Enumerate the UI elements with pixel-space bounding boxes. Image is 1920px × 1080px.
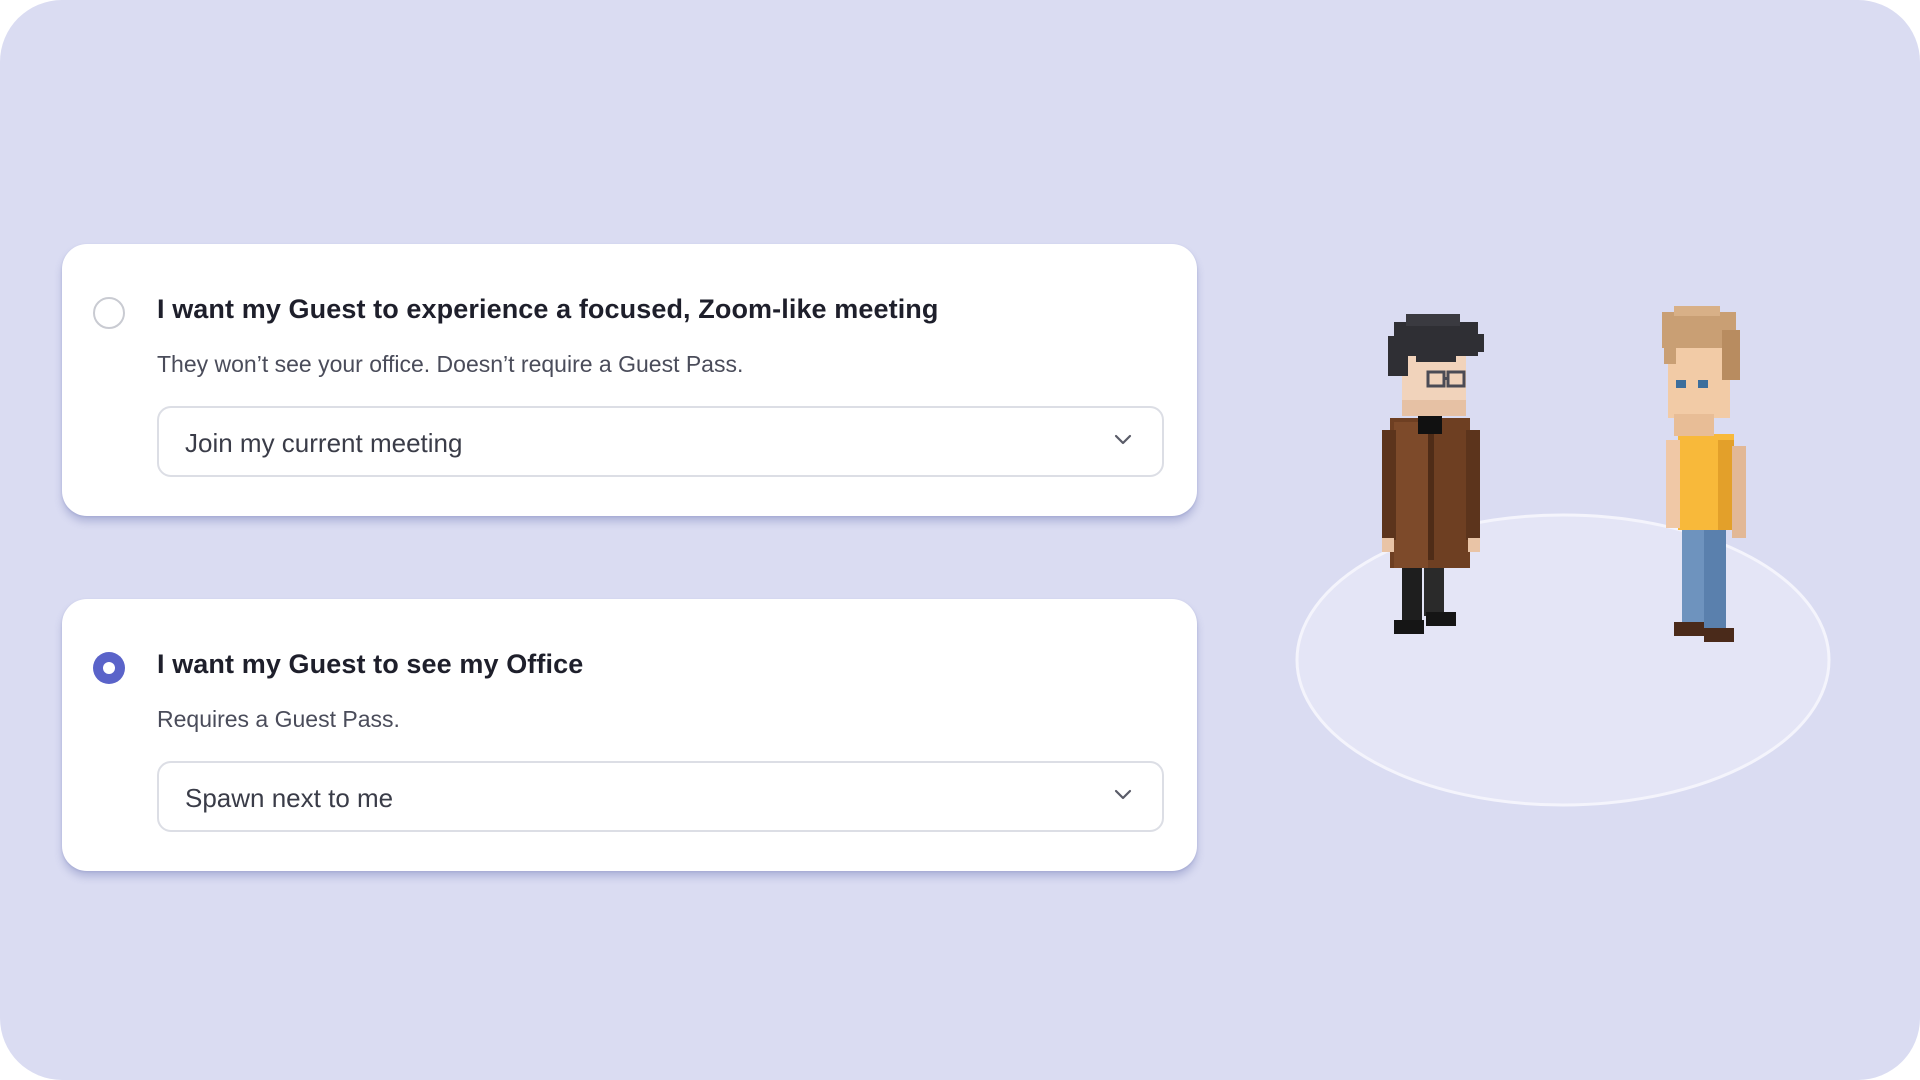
option-card-see-office[interactable]: I want my Guest to see my Office Require… bbox=[62, 599, 1197, 871]
option-title: I want my Guest to experience a focused,… bbox=[157, 294, 939, 324]
option-description: Requires a Guest Pass. bbox=[157, 706, 400, 732]
avatars-illustration bbox=[1295, 306, 1831, 807]
option-card-zoom-meeting[interactable]: I want my Guest to experience a focused,… bbox=[62, 244, 1197, 516]
spawn-dropdown[interactable]: Spawn next to me bbox=[157, 761, 1164, 832]
option-title: I want my Guest to see my Office bbox=[157, 649, 584, 679]
app-frame: I want my Guest to experience a focused,… bbox=[0, 0, 1920, 1080]
dropdown-value: Join my current meeting bbox=[185, 428, 463, 458]
radio-dot bbox=[103, 662, 115, 674]
chevron-down-icon bbox=[1114, 789, 1132, 800]
radio-selected-icon[interactable] bbox=[93, 652, 125, 684]
chevron-down-icon bbox=[1114, 434, 1132, 445]
option-description: They won’t see your office. Doesn’t requ… bbox=[157, 351, 744, 377]
dropdown-value: Spawn next to me bbox=[185, 783, 394, 813]
meeting-dropdown[interactable]: Join my current meeting bbox=[157, 406, 1164, 477]
radio-unselected-icon[interactable] bbox=[93, 297, 125, 329]
floor-ellipse bbox=[1295, 513, 1831, 807]
